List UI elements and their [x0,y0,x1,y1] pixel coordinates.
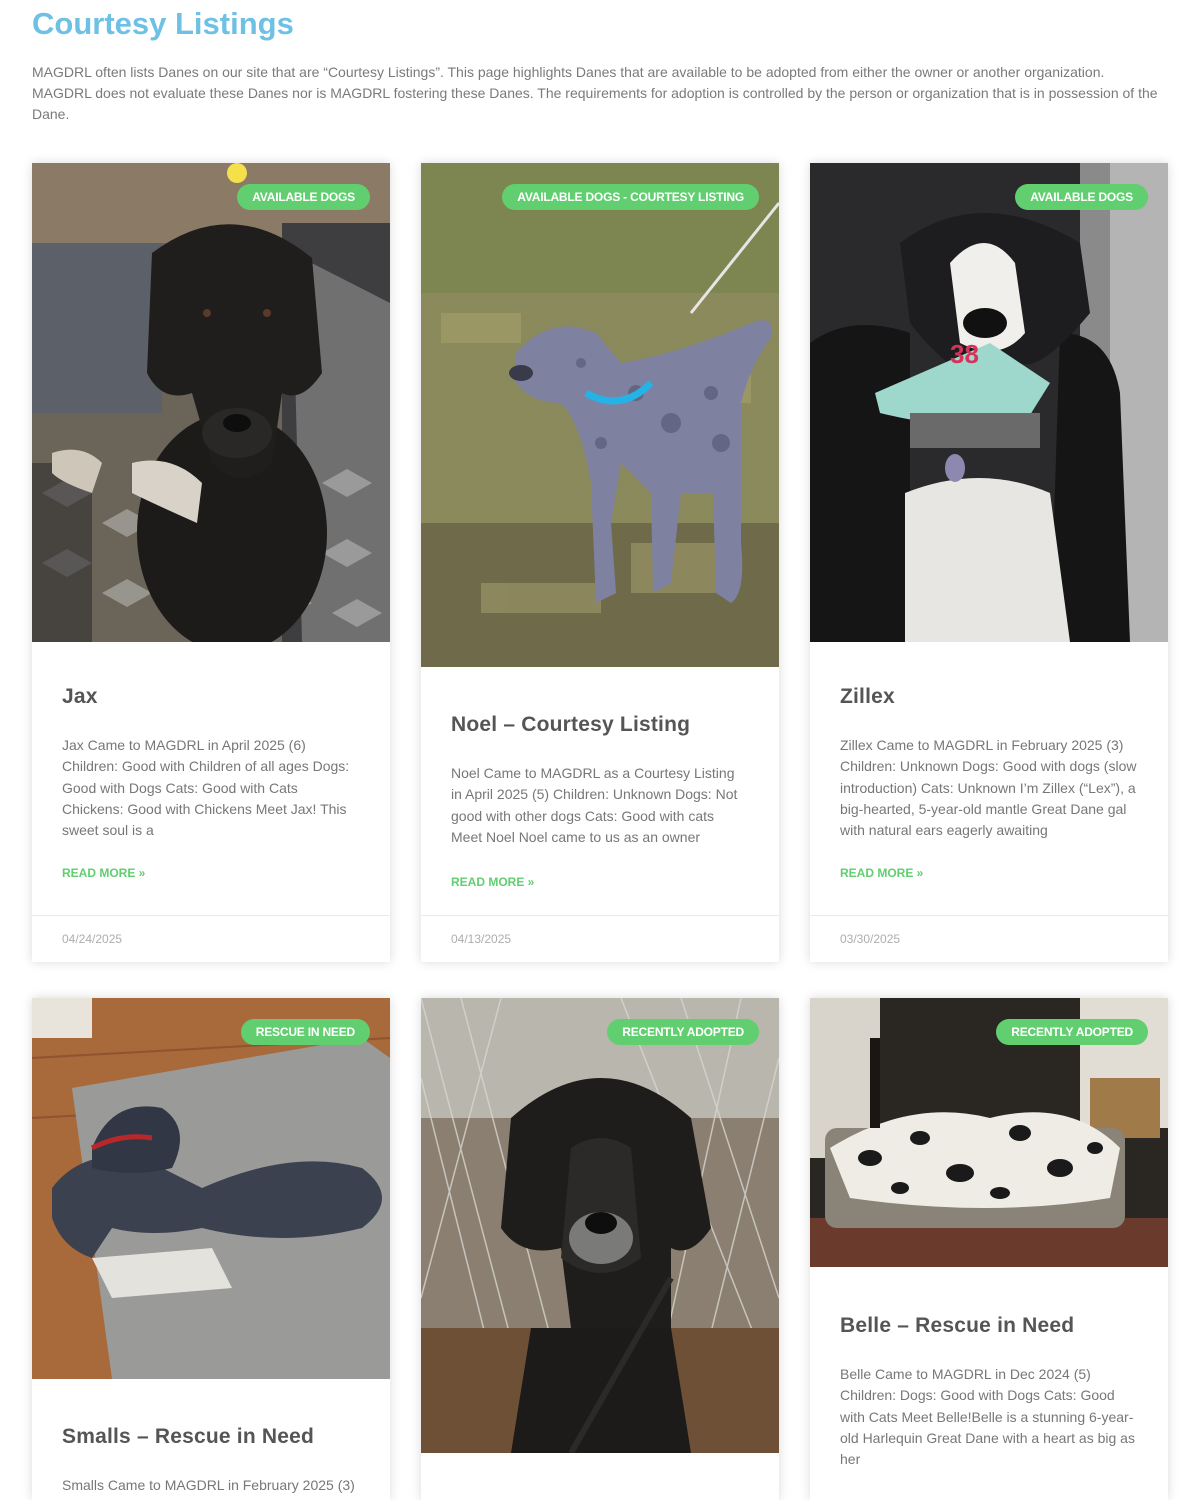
category-badge[interactable]: Available Dogs [237,184,370,210]
dog-photo-adopted [421,998,779,1453]
post-date: 04/13/2025 [451,932,512,946]
read-more-link[interactable]: Read More » [451,875,749,889]
post-excerpt: Zillex Came to MAGDRL in February 2025 (… [840,737,1137,839]
dog-photo-noel [421,163,779,667]
post-image[interactable]: Recently Adopted [810,998,1168,1267]
post-meta: 03/30/2025 [810,915,1168,962]
category-badge[interactable]: Available Dogs - Courtesy Listing [502,184,759,210]
post-title[interactable]: Zillex [840,685,1138,709]
category-badge[interactable]: Available Dogs [1015,184,1148,210]
post-meta: 04/13/2025 [421,915,779,962]
read-more-link[interactable]: Read More » [62,866,360,880]
category-badge[interactable]: Rescue In Need [240,1019,370,1045]
post-image[interactable]: Rescue In Need [32,998,390,1379]
dog-photo-smalls [32,998,390,1379]
svg-text:38: 38 [950,339,979,369]
post-date: 03/30/2025 [840,932,901,946]
post-excerpt: Noel Came to MAGDRL as a Courtesy Listin… [451,765,738,845]
category-badge[interactable]: Recently Adopted [996,1019,1148,1045]
dog-photo-jax [32,163,390,642]
post-card-belle: Recently Adopted Belle – Rescue in Need … [810,998,1168,1500]
post-excerpt: Jax Came to MAGDRL in April 2025 (6) Chi… [62,737,350,839]
post-date: 04/24/2025 [62,932,123,946]
read-more-link[interactable]: Read More » [840,866,1138,880]
page-intro: MAGDRL often lists Danes on our site tha… [32,64,1158,122]
post-image[interactable]: Available Dogs [32,163,390,642]
post-title[interactable]: Smalls – Rescue in Need [62,1425,360,1449]
post-image[interactable]: 38 Available Dogs [810,163,1168,642]
post-excerpt: Belle Came to MAGDRL in Dec 2024 (5) Chi… [840,1366,1135,1468]
page-title: Courtesy Listings [32,6,294,41]
post-excerpt: Smalls Came to MAGDRL in February 2025 (… [62,1477,355,1493]
post-card-zillex: 38 Available Dogs Zillex Zillex Came to … [810,163,1168,962]
post-title[interactable]: Noel – Courtesy Listing [451,713,749,737]
post-card-smalls: Rescue In Need Smalls – Rescue in Need S… [32,998,390,1500]
post-card-jax: Available Dogs Jax Jax Came to MAGDRL in… [32,163,390,962]
dog-photo-zillex: 38 [810,163,1168,642]
post-title[interactable]: Jax [62,685,360,709]
category-badge[interactable]: Recently Adopted [607,1019,759,1045]
post-image[interactable]: Available Dogs - Courtesy Listing [421,163,779,667]
post-card-adopted: Recently Adopted [421,998,779,1500]
post-card-noel: Available Dogs - Courtesy Listing Noel –… [421,163,779,962]
post-title[interactable]: Belle – Rescue in Need [840,1314,1138,1338]
post-image[interactable]: Recently Adopted [421,998,779,1453]
post-meta: 04/24/2025 [32,915,390,962]
